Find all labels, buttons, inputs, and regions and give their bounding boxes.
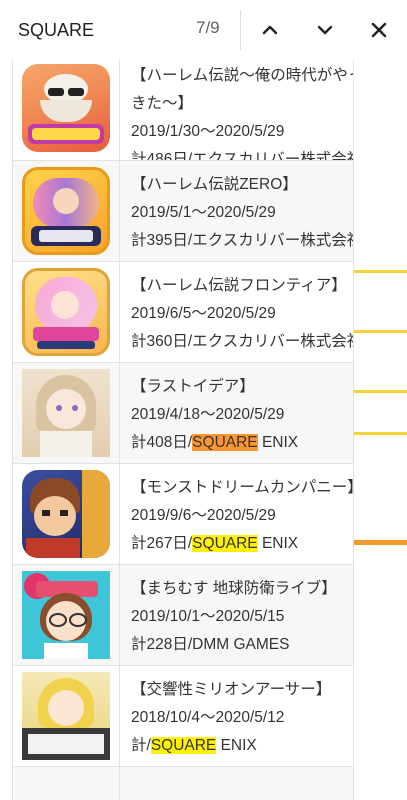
service-detail: 計/SQUARE ENIX	[131, 732, 353, 760]
row-text: 【ハーレム伝説ZERO】 2019/5/1〜2020/5/29 計395日/エク…	[120, 161, 353, 261]
detail-prefix: 計/	[131, 737, 151, 754]
web-page-content: 【ハーレム伝説〜俺の時代がやって きた〜】 2019/1/30〜2020/5/2…	[0, 60, 407, 800]
table-row: 【ラストイデア】 2019/4/18〜2020/5/29 計408日/SQUAR…	[13, 363, 353, 464]
service-detail: 計486日/エクスカリバー株式会社	[131, 151, 353, 160]
table-row: 【ハーレム伝説フロンティア】 2019/6/5〜2020/5/29 計360日/…	[13, 262, 353, 363]
game-list-table: 【ハーレム伝説〜俺の時代がやって きた〜】 2019/1/30〜2020/5/2…	[12, 60, 354, 800]
row-text	[120, 767, 353, 800]
harem-zero-icon[interactable]	[22, 167, 110, 255]
service-detail: 計395日/エクスカリバー株式会社	[131, 232, 353, 249]
chevron-up-icon	[262, 25, 278, 35]
service-period: 2019/6/5〜2020/5/29	[131, 305, 276, 322]
icon-cell	[13, 565, 120, 665]
search-match-current: SQUARE	[192, 434, 258, 451]
game-title: 【交響性ミリオンアーサー】	[131, 681, 332, 698]
search-match: SQUARE	[150, 737, 217, 754]
detail-prefix: 計267日/	[131, 535, 193, 552]
table-row: 【ハーレム伝説〜俺の時代がやって きた〜】 2019/1/30〜2020/5/2…	[13, 60, 353, 161]
next-match-button[interactable]	[305, 10, 345, 50]
previous-match-button[interactable]	[250, 10, 290, 50]
icon-cell	[13, 60, 120, 160]
game-title-line1: 【ハーレム伝説〜俺の時代がやって	[131, 67, 353, 84]
table-row	[13, 767, 353, 800]
service-period: 2019/9/6〜2020/5/29	[131, 507, 276, 524]
find-in-page-bar: 7/9	[0, 0, 407, 60]
table-row: 【ハーレム伝説ZERO】 2019/5/1〜2020/5/29 計395日/エク…	[13, 161, 353, 262]
chevron-down-icon	[317, 25, 333, 35]
icon-cell	[13, 666, 120, 766]
service-period: 2018/10/4〜2020/5/12	[131, 709, 285, 726]
service-detail: 計360日/エクスカリバー株式会社	[131, 333, 353, 350]
game-title: 【まちむす 地球防衛ライブ】	[131, 580, 337, 597]
search-match: SQUARE	[192, 535, 258, 552]
icon-cell	[13, 262, 120, 362]
row-text: 【ハーレム伝説フロンティア】 2019/6/5〜2020/5/29 計360日/…	[120, 262, 353, 362]
detail-suffix: ENIX	[257, 434, 299, 451]
row-text: 【ハーレム伝説〜俺の時代がやって きた〜】 2019/1/30〜2020/5/2…	[120, 60, 353, 160]
machimusu-icon[interactable]	[22, 571, 110, 659]
background-line	[352, 540, 407, 545]
find-match-count: 7/9	[196, 18, 220, 37]
service-detail: 計408日/SQUARE ENIX	[131, 429, 353, 457]
service-detail: 計228日/DMM GAMES	[131, 636, 290, 653]
find-divider	[240, 10, 241, 50]
background-line	[352, 270, 407, 273]
service-detail: 計267日/SQUARE ENIX	[131, 530, 353, 558]
background-line	[352, 432, 407, 435]
service-period: 2019/5/1〜2020/5/29	[131, 204, 276, 221]
table-row: 【交響性ミリオンアーサー】 2018/10/4〜2020/5/12 計/SQUA…	[13, 666, 353, 767]
icon-cell	[13, 161, 120, 261]
game-title: 【モンストドリームカンパニー】	[131, 479, 353, 496]
service-period: 2019/10/1〜2020/5/15	[131, 608, 285, 625]
game-title: 【ハーレム伝説ZERO】	[131, 176, 298, 193]
monst-dream-icon[interactable]	[22, 470, 110, 558]
icon-cell	[13, 767, 120, 800]
row-text: 【交響性ミリオンアーサー】 2018/10/4〜2020/5/12 計/SQUA…	[120, 666, 353, 766]
find-input[interactable]	[18, 16, 188, 44]
close-icon	[371, 22, 387, 38]
detail-suffix: ENIX	[257, 535, 299, 552]
detail-suffix: ENIX	[216, 737, 257, 754]
game-title: 【ハーレム伝説フロンティア】	[131, 277, 347, 294]
harem-frontier-icon[interactable]	[22, 268, 110, 356]
million-arthur-icon[interactable]	[22, 672, 110, 760]
old-man-sunglasses-icon[interactable]	[22, 64, 110, 152]
service-period: 2019/1/30〜2020/5/29	[131, 123, 285, 140]
game-title-line2: きた〜】	[131, 95, 194, 112]
detail-prefix: 計408日/	[131, 434, 193, 451]
service-period: 2019/4/18〜2020/5/29	[131, 406, 285, 423]
last-idea-icon[interactable]	[22, 369, 110, 457]
row-text: 【まちむす 地球防衛ライブ】 2019/10/1〜2020/5/15 計228日…	[120, 565, 353, 665]
background-line	[352, 330, 407, 333]
table-row: 【まちむす 地球防衛ライブ】 2019/10/1〜2020/5/15 計228日…	[13, 565, 353, 666]
background-line	[352, 390, 407, 393]
icon-cell	[13, 363, 120, 463]
row-text: 【ラストイデア】 2019/4/18〜2020/5/29 計408日/SQUAR…	[120, 363, 353, 463]
table-row: 【モンストドリームカンパニー】 2019/9/6〜2020/5/29 計267日…	[13, 464, 353, 565]
icon-cell	[13, 464, 120, 564]
row-text: 【モンストドリームカンパニー】 2019/9/6〜2020/5/29 計267日…	[120, 464, 353, 564]
close-find-button[interactable]	[359, 10, 399, 50]
game-title: 【ラストイデア】	[131, 378, 255, 395]
